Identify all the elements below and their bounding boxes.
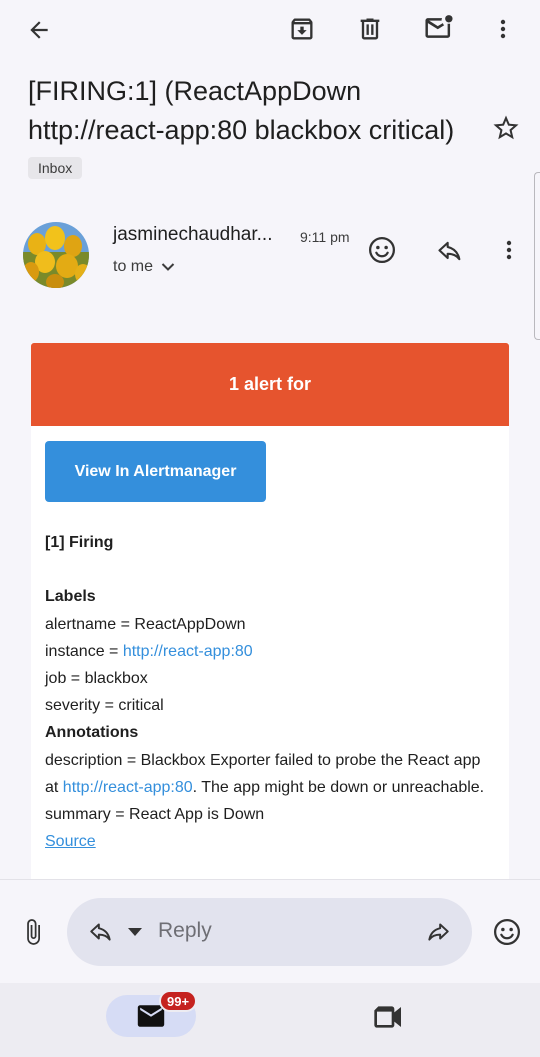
attachment-icon[interactable]: [18, 914, 48, 950]
reply-placeholder: Reply: [158, 919, 212, 942]
label-job: job = blackbox: [45, 670, 148, 687]
back-arrow-icon[interactable]: [22, 14, 56, 46]
alert-details: [1] Firing Labels alertname = ReactAppDo…: [45, 529, 493, 855]
top-app-bar: [0, 0, 540, 60]
description-link[interactable]: http://react-app:80: [63, 779, 193, 796]
unread-count-badge: 99+: [159, 990, 198, 1012]
scroll-handle[interactable]: [534, 172, 540, 340]
alert-header: 1 alert for: [31, 343, 509, 426]
star-icon[interactable]: [490, 112, 522, 144]
message-more-icon[interactable]: [496, 234, 522, 266]
label-severity: severity = critical: [45, 697, 164, 715]
sender-name[interactable]: jasminechaudhar...: [113, 224, 273, 246]
annotations-heading: Annotations: [45, 724, 139, 742]
instance-link[interactable]: http://react-app:80: [123, 643, 253, 660]
source-link[interactable]: Source: [45, 833, 96, 850]
archive-icon[interactable]: [286, 13, 318, 45]
add-reaction-icon[interactable]: [366, 234, 398, 266]
emoji-icon[interactable]: [490, 915, 524, 949]
mark-unread-icon[interactable]: [421, 12, 457, 44]
bottom-navigation: [0, 983, 540, 1057]
description-suffix: . The app might be down or unreachable.: [192, 778, 485, 796]
email-time: 9:11 pm: [300, 229, 350, 245]
reply-icon[interactable]: [434, 236, 466, 266]
recipient-details[interactable]: to me: [113, 258, 175, 276]
more-vert-icon[interactable]: [490, 12, 516, 46]
label-instance: instance = http://react-app:80: [45, 638, 493, 665]
delete-icon[interactable]: [354, 13, 386, 45]
firing-title: [1] Firing: [45, 534, 114, 551]
reply-mode-icon[interactable]: [86, 918, 116, 946]
annotation-summary: summary = React App is Down: [45, 806, 265, 824]
email-subject: [FIRING:1] (ReactAppDown http://react-ap…: [28, 76, 455, 145]
view-in-alertmanager-button[interactable]: View In Alertmanager: [45, 441, 266, 502]
label-instance-key: instance =: [45, 642, 123, 660]
labels-heading: Labels: [45, 588, 96, 606]
avatar[interactable]: [23, 222, 89, 288]
annotation-description: description = Blackbox Exporter failed t…: [45, 747, 493, 801]
dropdown-arrow-icon[interactable]: [126, 924, 144, 940]
chevron-down-icon: [161, 263, 175, 271]
alert-email-card: 1 alert for View In Alertmanager [1] Fir…: [31, 343, 509, 879]
forward-icon[interactable]: [422, 918, 454, 946]
recipient-label: to me: [113, 258, 154, 275]
meet-video-icon[interactable]: [372, 1002, 406, 1032]
inbox-label-chip[interactable]: Inbox: [28, 157, 83, 179]
label-alertname: alertname = ReactAppDown: [45, 615, 246, 633]
